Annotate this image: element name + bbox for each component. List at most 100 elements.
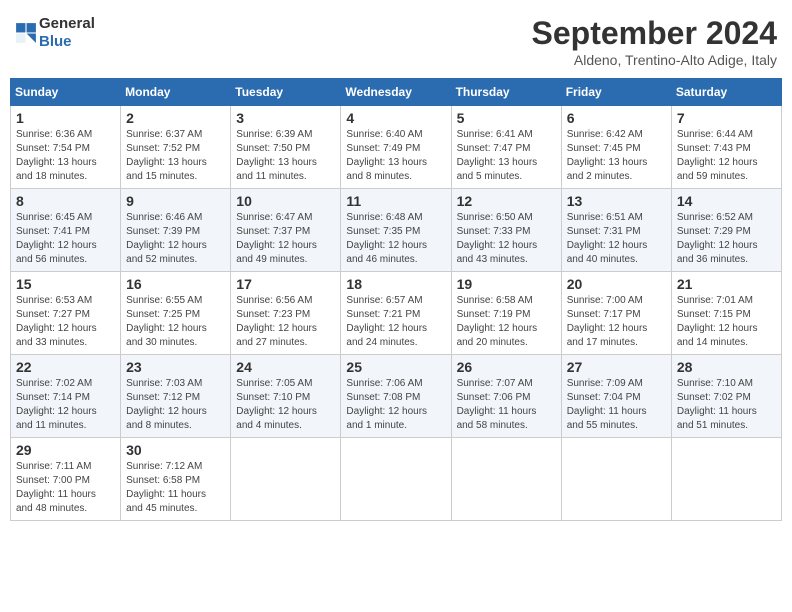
day-cell-19: 19 Sunrise: 6:58 AMSunset: 7:19 PMDayligh…	[451, 272, 561, 355]
week-row-1: 1 Sunrise: 6:36 AMSunset: 7:54 PMDaylight…	[11, 106, 782, 189]
day-info: Sunrise: 6:50 AMSunset: 7:33 PMDaylight:…	[457, 211, 556, 267]
day-number: 30	[126, 442, 225, 458]
day-info: Sunrise: 7:05 AMSunset: 7:10 PMDaylight:…	[236, 377, 335, 433]
day-number: 29	[16, 442, 115, 458]
day-info: Sunrise: 6:51 AMSunset: 7:31 PMDaylight:…	[567, 211, 666, 267]
day-info: Sunrise: 6:41 AMSunset: 7:47 PMDaylight:…	[457, 128, 556, 184]
day-cell-15: 15Sunrise: 6:53 AMSunset: 7:27 PMDayligh…	[11, 272, 121, 355]
week-row-3: 15Sunrise: 6:53 AMSunset: 7:27 PMDayligh…	[11, 272, 782, 355]
col-header-saturday: Saturday	[671, 79, 781, 106]
day-cell-13: 13 Sunrise: 6:51 AMSunset: 7:31 PMDayligh…	[561, 189, 671, 272]
day-info: Sunrise: 6:39 AMSunset: 7:50 PMDaylight:…	[236, 128, 335, 184]
day-number: 26	[457, 359, 556, 375]
day-cell-5: 5 Sunrise: 6:41 AMSunset: 7:47 PMDaylight…	[451, 106, 561, 189]
day-number: 20	[567, 276, 666, 292]
day-info: Sunrise: 6:47 AMSunset: 7:37 PMDaylight:…	[236, 211, 335, 267]
week-row-5: 29 Sunrise: 7:11 AMSunset: 7:00 PMDayligh…	[11, 438, 782, 521]
day-info: Sunrise: 6:58 AMSunset: 7:19 PMDaylight:…	[457, 294, 556, 350]
day-info: Sunrise: 6:42 AMSunset: 7:45 PMDaylight:…	[567, 128, 666, 184]
day-cell-18: 18 Sunrise: 6:57 AMSunset: 7:21 PMDayligh…	[341, 272, 451, 355]
day-info: Sunrise: 6:53 AMSunset: 7:27 PMDaylight:…	[16, 294, 115, 350]
day-info: Sunrise: 7:06 AMSunset: 7:08 PMDaylight:…	[346, 377, 445, 433]
day-info: Sunrise: 6:46 AMSunset: 7:39 PMDaylight:…	[126, 211, 225, 267]
day-cell-23: 23 Sunrise: 7:03 AMSunset: 7:12 PMDayligh…	[121, 355, 231, 438]
day-info: Sunrise: 6:55 AMSunset: 7:25 PMDaylight:…	[126, 294, 225, 350]
day-number: 4	[346, 110, 445, 126]
day-cell-21: 21 Sunrise: 7:01 AMSunset: 7:15 PMDayligh…	[671, 272, 781, 355]
week-row-2: 8Sunrise: 6:45 AMSunset: 7:41 PMDaylight…	[11, 189, 782, 272]
day-info: Sunrise: 6:44 AMSunset: 7:43 PMDaylight:…	[677, 128, 776, 184]
month-title: September 2024	[532, 15, 777, 52]
day-number: 13	[567, 193, 666, 209]
day-number: 22	[16, 359, 115, 375]
day-number: 24	[236, 359, 335, 375]
empty-cell	[231, 438, 341, 521]
day-info: Sunrise: 7:01 AMSunset: 7:15 PMDaylight:…	[677, 294, 776, 350]
day-number: 11	[346, 193, 445, 209]
day-info: Sunrise: 7:12 AMSunset: 6:58 PMDaylight:…	[126, 460, 225, 516]
page-header: General Blue September 2024 Aldeno, Tren…	[10, 10, 782, 68]
day-cell-20: 20 Sunrise: 7:00 AMSunset: 7:17 PMDayligh…	[561, 272, 671, 355]
day-info: Sunrise: 7:09 AMSunset: 7:04 PMDaylight:…	[567, 377, 666, 433]
col-header-sunday: Sunday	[11, 79, 121, 106]
day-info: Sunrise: 6:48 AMSunset: 7:35 PMDaylight:…	[346, 211, 445, 267]
day-info: Sunrise: 7:07 AMSunset: 7:06 PMDaylight:…	[457, 377, 556, 433]
empty-cell	[561, 438, 671, 521]
day-number: 27	[567, 359, 666, 375]
logo-line2: Blue	[39, 33, 95, 51]
col-header-wednesday: Wednesday	[341, 79, 451, 106]
logo: General Blue	[15, 15, 95, 51]
day-number: 18	[346, 276, 445, 292]
day-info: Sunrise: 7:03 AMSunset: 7:12 PMDaylight:…	[126, 377, 225, 433]
day-cell-3: 3 Sunrise: 6:39 AMSunset: 7:50 PMDaylight…	[231, 106, 341, 189]
title-block: September 2024 Aldeno, Trentino-Alto Adi…	[532, 15, 777, 68]
day-number: 23	[126, 359, 225, 375]
location-title: Aldeno, Trentino-Alto Adige, Italy	[532, 52, 777, 68]
day-cell-26: 26 Sunrise: 7:07 AMSunset: 7:06 PMDayligh…	[451, 355, 561, 438]
day-cell-2: 2 Sunrise: 6:37 AMSunset: 7:52 PMDaylight…	[121, 106, 231, 189]
day-info: Sunrise: 6:56 AMSunset: 7:23 PMDaylight:…	[236, 294, 335, 350]
empty-cell	[671, 438, 781, 521]
day-cell-14: 14Sunrise: 6:52 AMSunset: 7:29 PMDayligh…	[671, 189, 781, 272]
day-number: 17	[236, 276, 335, 292]
day-info: Sunrise: 6:40 AMSunset: 7:49 PMDaylight:…	[346, 128, 445, 184]
day-cell-27: 27 Sunrise: 7:09 AMSunset: 7:04 PMDayligh…	[561, 355, 671, 438]
day-number: 5	[457, 110, 556, 126]
day-info: Sunrise: 6:36 AMSunset: 7:54 PMDaylight:…	[16, 128, 115, 184]
day-cell-11: 11 Sunrise: 6:48 AMSunset: 7:35 PMDayligh…	[341, 189, 451, 272]
day-cell-30: 30 Sunrise: 7:12 AMSunset: 6:58 PMDayligh…	[121, 438, 231, 521]
logo-line1: General	[39, 15, 95, 33]
day-number: 28	[677, 359, 776, 375]
day-number: 10	[236, 193, 335, 209]
col-header-monday: Monday	[121, 79, 231, 106]
empty-cell	[451, 438, 561, 521]
day-number: 14	[677, 193, 776, 209]
day-cell-6: 6 Sunrise: 6:42 AMSunset: 7:45 PMDaylight…	[561, 106, 671, 189]
day-number: 12	[457, 193, 556, 209]
day-info: Sunrise: 7:11 AMSunset: 7:00 PMDaylight:…	[16, 460, 115, 516]
day-cell-24: 24 Sunrise: 7:05 AMSunset: 7:10 PMDayligh…	[231, 355, 341, 438]
day-cell-4: 4 Sunrise: 6:40 AMSunset: 7:49 PMDaylight…	[341, 106, 451, 189]
day-cell-8: 8Sunrise: 6:45 AMSunset: 7:41 PMDaylight…	[11, 189, 121, 272]
day-cell-12: 12 Sunrise: 6:50 AMSunset: 7:33 PMDayligh…	[451, 189, 561, 272]
day-info: Sunrise: 7:00 AMSunset: 7:17 PMDaylight:…	[567, 294, 666, 350]
day-info: Sunrise: 7:02 AMSunset: 7:14 PMDaylight:…	[16, 377, 115, 433]
day-number: 3	[236, 110, 335, 126]
day-info: Sunrise: 6:45 AMSunset: 7:41 PMDaylight:…	[16, 211, 115, 267]
day-cell-9: 9 Sunrise: 6:46 AMSunset: 7:39 PMDaylight…	[121, 189, 231, 272]
day-number: 9	[126, 193, 225, 209]
day-number: 19	[457, 276, 556, 292]
day-info: Sunrise: 6:57 AMSunset: 7:21 PMDaylight:…	[346, 294, 445, 350]
day-number: 6	[567, 110, 666, 126]
col-header-friday: Friday	[561, 79, 671, 106]
day-cell-17: 17 Sunrise: 6:56 AMSunset: 7:23 PMDayligh…	[231, 272, 341, 355]
day-number: 2	[126, 110, 225, 126]
col-header-tuesday: Tuesday	[231, 79, 341, 106]
day-cell-1: 1 Sunrise: 6:36 AMSunset: 7:54 PMDaylight…	[11, 106, 121, 189]
day-info: Sunrise: 7:10 AMSunset: 7:02 PMDaylight:…	[677, 377, 776, 433]
day-info: Sunrise: 6:37 AMSunset: 7:52 PMDaylight:…	[126, 128, 225, 184]
day-number: 1	[16, 110, 115, 126]
day-number: 21	[677, 276, 776, 292]
day-number: 7	[677, 110, 776, 126]
day-cell-22: 22 Sunrise: 7:02 AMSunset: 7:14 PMDayligh…	[11, 355, 121, 438]
